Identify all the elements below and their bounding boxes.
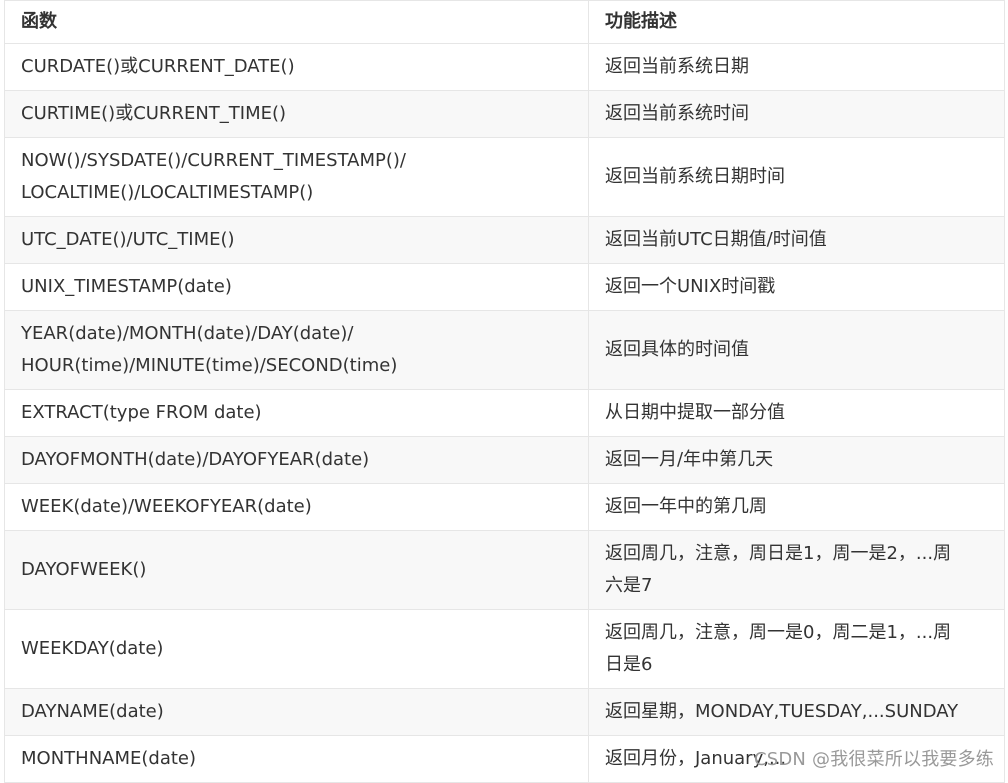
description-cell: 返回当前系统日期	[589, 44, 1005, 91]
description-cell: 返回当前系统日期时间	[589, 138, 1005, 217]
table-row: EXTRACT(type FROM date) 从日期中提取一部分值	[5, 390, 1005, 437]
date-functions-table: 函数 功能描述 CURDATE()或CURRENT_DATE() 返回当前系统日…	[4, 0, 1005, 783]
table-row: CURTIME()或CURRENT_TIME() 返回当前系统时间	[5, 91, 1005, 138]
description-cell: 返回一个UNIX时间戳	[589, 264, 1005, 311]
function-cell: DAYOFMONTH(date)/DAYOFYEAR(date)	[5, 437, 589, 484]
description-cell: 返回具体的时间值	[589, 311, 1005, 390]
table-header-row: 函数 功能描述	[5, 1, 1005, 44]
description-cell: 返回周几，注意，周一是0，周二是1，...周 日是6	[589, 610, 1005, 689]
function-cell: NOW()/SYSDATE()/CURRENT_TIMESTAMP()/ LOC…	[5, 138, 589, 217]
table-row: CURDATE()或CURRENT_DATE() 返回当前系统日期	[5, 44, 1005, 91]
table-row: UTC_DATE()/UTC_TIME() 返回当前UTC日期值/时间值	[5, 217, 1005, 264]
function-cell: YEAR(date)/MONTH(date)/DAY(date)/ HOUR(t…	[5, 311, 589, 390]
function-cell: CURDATE()或CURRENT_DATE()	[5, 44, 589, 91]
description-line-1: 返回周几，注意，周日是1，周一是2，...周	[605, 538, 988, 570]
function-cell: DAYOFWEEK()	[5, 531, 589, 610]
description-line-2: 六是7	[605, 570, 988, 602]
function-line-2: HOUR(time)/MINUTE(time)/SECOND(time)	[21, 350, 572, 382]
table-row: WEEKDAY(date) 返回周几，注意，周一是0，周二是1，...周 日是6	[5, 610, 1005, 689]
header-function: 函数	[5, 1, 589, 44]
description-cell: 返回星期，MONDAY,TUESDAY,...SUNDAY	[589, 689, 1005, 736]
table-row: DAYOFMONTH(date)/DAYOFYEAR(date) 返回一月/年中…	[5, 437, 1005, 484]
table-row: NOW()/SYSDATE()/CURRENT_TIMESTAMP()/ LOC…	[5, 138, 1005, 217]
function-cell: DAYNAME(date)	[5, 689, 589, 736]
function-cell: UTC_DATE()/UTC_TIME()	[5, 217, 589, 264]
table-row: DAYNAME(date) 返回星期，MONDAY,TUESDAY,...SUN…	[5, 689, 1005, 736]
functions-table-container: 函数 功能描述 CURDATE()或CURRENT_DATE() 返回当前系统日…	[4, 0, 1004, 783]
function-line-2: LOCALTIME()/LOCALTIMESTAMP()	[21, 177, 572, 209]
function-line-1: NOW()/SYSDATE()/CURRENT_TIMESTAMP()/	[21, 145, 572, 177]
function-cell: CURTIME()或CURRENT_TIME()	[5, 91, 589, 138]
description-line-2: 日是6	[605, 649, 988, 681]
table-row: WEEK(date)/WEEKOFYEAR(date) 返回一年中的第几周	[5, 484, 1005, 531]
description-cell: 返回一月/年中第几天	[589, 437, 1005, 484]
table-row: YEAR(date)/MONTH(date)/DAY(date)/ HOUR(t…	[5, 311, 1005, 390]
description-cell: 返回周几，注意，周日是1，周一是2，...周 六是7	[589, 531, 1005, 610]
function-cell: EXTRACT(type FROM date)	[5, 390, 589, 437]
description-cell: 返回当前系统时间	[589, 91, 1005, 138]
description-cell: 从日期中提取一部分值	[589, 390, 1005, 437]
function-cell: WEEK(date)/WEEKOFYEAR(date)	[5, 484, 589, 531]
function-cell: MONTHNAME(date)	[5, 736, 589, 783]
table-row: DAYOFWEEK() 返回周几，注意，周日是1，周一是2，...周 六是7	[5, 531, 1005, 610]
header-description: 功能描述	[589, 1, 1005, 44]
function-cell: UNIX_TIMESTAMP(date)	[5, 264, 589, 311]
function-cell: WEEKDAY(date)	[5, 610, 589, 689]
function-line-1: YEAR(date)/MONTH(date)/DAY(date)/	[21, 318, 572, 350]
description-cell: 返回一年中的第几周	[589, 484, 1005, 531]
table-row: UNIX_TIMESTAMP(date) 返回一个UNIX时间戳	[5, 264, 1005, 311]
description-cell: 返回当前UTC日期值/时间值	[589, 217, 1005, 264]
description-line-1: 返回周几，注意，周一是0，周二是1，...周	[605, 617, 988, 649]
csdn-watermark: CSDN @我很菜所以我要多练	[754, 745, 994, 771]
